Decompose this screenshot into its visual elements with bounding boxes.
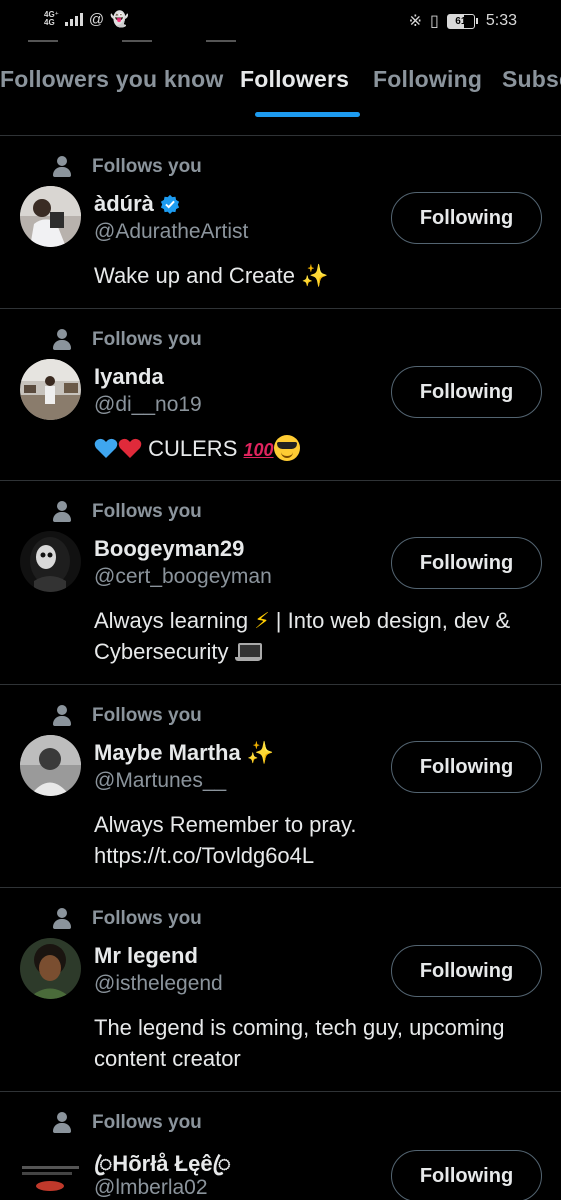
list-item[interactable]: Follows you ꦿHõrłå Łęêꦿ @lmberla02 Follo… bbox=[0, 1092, 561, 1200]
status-right: ※ ▯ 61 5:33 bbox=[409, 11, 517, 31]
follows-you-label: Follows you bbox=[92, 908, 202, 929]
at-icon: @ bbox=[88, 10, 105, 28]
user-name[interactable]: àdúrà bbox=[94, 191, 154, 217]
follows-you-label: Follows you bbox=[92, 1112, 202, 1133]
list-item[interactable]: Follows you Iyanda @di__no19 CULERS 100 … bbox=[0, 309, 561, 481]
user-name[interactable]: Iyanda bbox=[94, 364, 164, 390]
person-icon bbox=[52, 501, 72, 523]
bluetooth-icon: ※ bbox=[408, 13, 423, 30]
following-button[interactable]: Following bbox=[391, 537, 542, 589]
user-name[interactable]: Boogeyman29 bbox=[94, 536, 244, 562]
status-bar: 4G⁺ 4G @ 👻 ※ ▯ 61 5:33 bbox=[0, 0, 561, 42]
hundred-points-icon: 100 bbox=[243, 440, 274, 460]
vibrate-icon: ▯ bbox=[430, 13, 439, 30]
user-handle: @Martunes__ bbox=[94, 769, 227, 792]
person-icon bbox=[52, 156, 72, 178]
follows-you-indicator: Follows you bbox=[52, 156, 202, 178]
follows-you-label: Follows you bbox=[92, 156, 202, 177]
user-bio-row: Always learning ⚡ | Into web design, dev… bbox=[94, 605, 541, 667]
user-name[interactable]: Mr legend bbox=[94, 943, 198, 969]
avatar[interactable] bbox=[20, 531, 81, 592]
tab-followers-you-know[interactable]: Followers you know bbox=[0, 66, 223, 93]
clock: 5:33 bbox=[485, 12, 517, 29]
list-item[interactable]: Follows you Maybe Martha ✨ @Martunes__ A… bbox=[0, 685, 561, 888]
list-item[interactable]: Follows you àdúrà @AduratheArtist Wake u… bbox=[0, 136, 561, 309]
user-bio: The legend is coming, tech guy, upcoming… bbox=[94, 1015, 505, 1071]
user-name-row: Boogeyman29 bbox=[94, 536, 244, 562]
follows-you-indicator: Follows you bbox=[52, 501, 202, 523]
person-icon bbox=[52, 705, 72, 727]
avatar[interactable] bbox=[20, 359, 81, 420]
list-item[interactable]: Follows you Mr legend @isthelegend The l… bbox=[0, 888, 561, 1092]
user-name-row: àdúrà bbox=[94, 191, 180, 217]
verified-badge-icon bbox=[160, 194, 180, 214]
user-bio: CULERS bbox=[148, 436, 238, 461]
follows-you-indicator: Follows you bbox=[52, 329, 202, 351]
following-button[interactable]: Following bbox=[391, 366, 542, 418]
follows-you-indicator: Follows you bbox=[52, 1112, 202, 1134]
blue-heart-icon bbox=[94, 438, 118, 458]
red-heart-icon bbox=[118, 438, 142, 458]
tab-followers[interactable]: Followers bbox=[240, 66, 349, 93]
header-remnant bbox=[28, 40, 533, 44]
tab-bar: Followers you know Followers Following S… bbox=[0, 50, 561, 120]
active-tab-indicator bbox=[255, 112, 360, 117]
user-bio: Always Remember to pray. https://t.co/To… bbox=[94, 812, 357, 868]
user-handle: @di__no19 bbox=[94, 393, 202, 416]
snapchat-icon: 👻 bbox=[110, 11, 129, 28]
laptop-icon bbox=[234, 643, 262, 661]
following-button[interactable]: Following bbox=[391, 741, 542, 793]
follows-you-indicator: Follows you bbox=[52, 705, 202, 727]
follows-you-indicator: Follows you bbox=[52, 908, 202, 930]
user-name-row: Mr legend bbox=[94, 943, 198, 969]
following-button[interactable]: Following bbox=[391, 192, 542, 244]
avatar[interactable] bbox=[20, 938, 81, 999]
user-name-row: Iyanda bbox=[94, 364, 164, 390]
user-bio: Wake up and Create ✨ bbox=[94, 263, 329, 288]
user-handle: @cert_boogeyman bbox=[94, 565, 272, 588]
user-name-row: Maybe Martha ✨ bbox=[94, 740, 274, 766]
tab-following[interactable]: Following bbox=[373, 66, 482, 93]
avatar[interactable] bbox=[20, 1142, 81, 1200]
battery-level: 61 bbox=[446, 13, 475, 29]
battery-icon: 61 bbox=[446, 13, 478, 29]
user-handle: @isthelegend bbox=[94, 972, 223, 995]
person-icon bbox=[52, 908, 72, 930]
following-button[interactable]: Following bbox=[391, 945, 542, 997]
tab-subscriptions[interactable]: Subscriptions bbox=[502, 66, 561, 93]
person-icon bbox=[52, 329, 72, 351]
lightning-icon: ⚡ bbox=[254, 608, 270, 633]
user-handle: @lmberla02 bbox=[94, 1176, 208, 1199]
avatar[interactable] bbox=[20, 735, 81, 796]
person-icon bbox=[52, 1112, 72, 1134]
follows-you-label: Follows you bbox=[92, 705, 202, 726]
status-left: 4G⁺ 4G @ 👻 bbox=[44, 10, 129, 29]
user-bio: Always learning bbox=[94, 608, 249, 633]
following-button[interactable]: Following bbox=[391, 1150, 542, 1200]
user-name[interactable]: Maybe Martha ✨ bbox=[94, 740, 274, 766]
follows-you-label: Follows you bbox=[92, 501, 202, 522]
followers-list: Follows you àdúrà @AduratheArtist Wake u… bbox=[0, 136, 561, 1200]
list-item[interactable]: Follows you Boogeyman29 @cert_boogeyman … bbox=[0, 481, 561, 685]
user-handle: @AduratheArtist bbox=[94, 220, 249, 243]
follows-you-label: Follows you bbox=[92, 329, 202, 350]
network-bottom-label: 4G bbox=[44, 18, 55, 27]
network-indicator: 4G⁺ 4G bbox=[44, 11, 59, 27]
user-bio-row: CULERS 100 bbox=[94, 433, 541, 466]
signal-icon bbox=[64, 12, 83, 26]
sunglasses-face-icon bbox=[273, 435, 300, 461]
avatar[interactable] bbox=[20, 186, 81, 247]
